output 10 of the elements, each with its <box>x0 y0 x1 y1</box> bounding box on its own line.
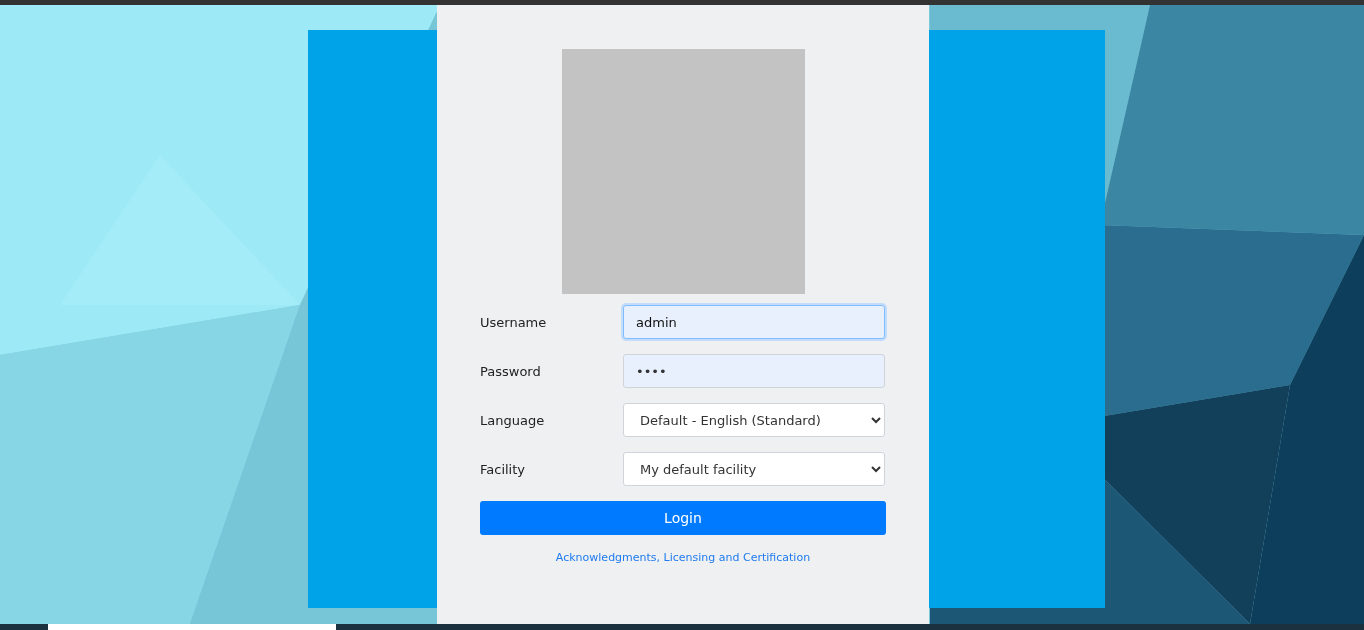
dropdown[interactable]: Default - English (Standard) <box>623 403 885 437</box>
field-label: Username <box>480 314 548 330</box>
field-label: Password <box>480 363 542 379</box>
input-field[interactable]: admin <box>623 305 885 339</box>
dropdown[interactable]: My default facility <box>623 452 885 486</box>
login-button[interactable]: Login <box>480 501 886 535</box>
field-label: Facility <box>480 461 527 477</box>
input-field[interactable]: •••• <box>623 354 885 388</box>
field-label: Language <box>480 412 546 428</box>
acknowledgments-link[interactable]: Acknowledgments, Licensing and Certification <box>555 551 811 564</box>
